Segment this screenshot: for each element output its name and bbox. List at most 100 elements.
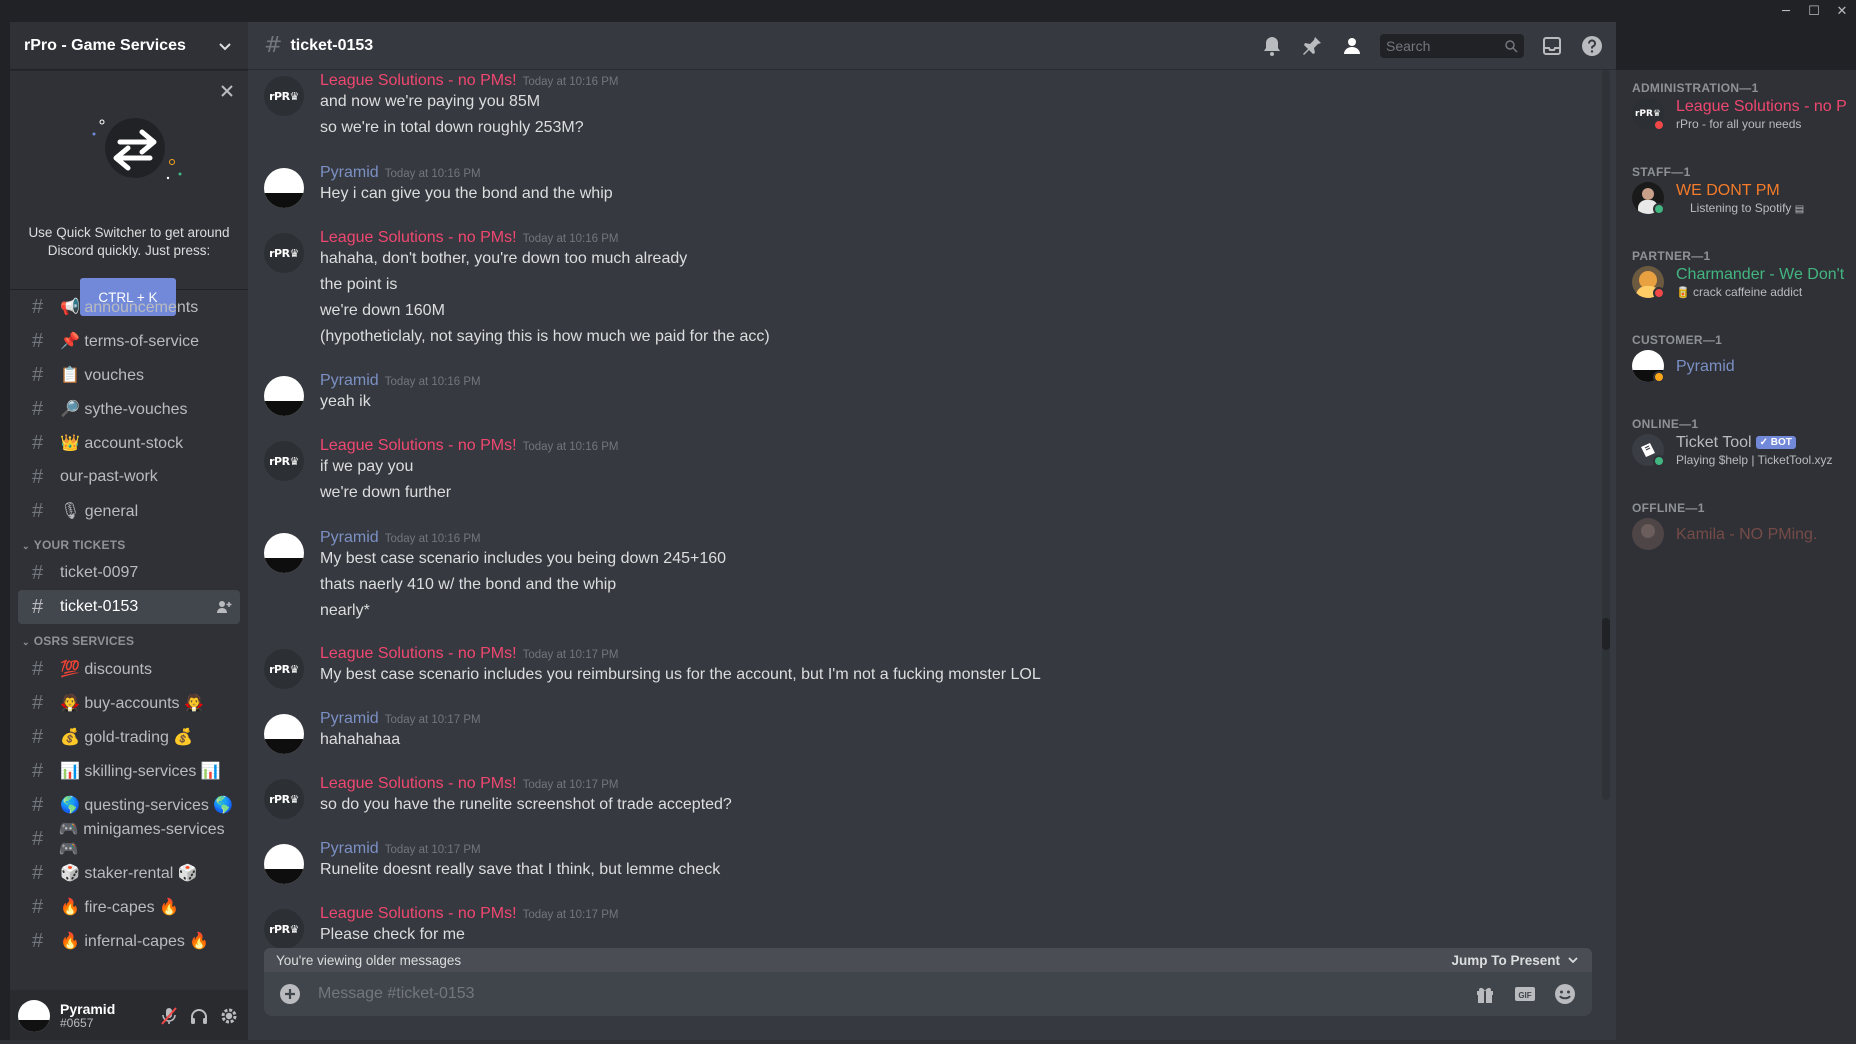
bell-icon[interactable] (1260, 34, 1284, 58)
author-name[interactable]: Pyramid (320, 840, 379, 857)
guild-header[interactable]: rPro - Game Services (10, 22, 248, 70)
avatar[interactable]: rPR♛ (264, 76, 304, 116)
channel-item[interactable]: # 🧛 buy-accounts 🧛 (18, 686, 240, 720)
taskbar-strip (0, 1040, 1856, 1044)
close-window-button[interactable]: ✕ (1828, 0, 1856, 22)
gear-icon[interactable] (218, 1005, 240, 1027)
message-text: Hey i can give you the bond and the whip (320, 185, 613, 202)
member-item[interactable]: Pyramid (1632, 346, 1842, 390)
channel-item[interactable]: # 📢 announcements (18, 290, 240, 324)
channel-item[interactable]: # our-past-work (18, 460, 240, 494)
author-name[interactable]: League Solutions - no PMs! (320, 905, 517, 922)
member-item[interactable]: WE DONT PM Listening to Spotify ▤ (1632, 178, 1842, 222)
channel-item[interactable]: # 🔎 sythe-vouches (18, 392, 240, 426)
channel-item[interactable]: # 🎮 minigames-services 🎮 (18, 821, 240, 858)
timestamp: Today at 10:17 PM (384, 714, 481, 726)
message-input[interactable]: Message #ticket-0153 (318, 985, 1458, 1003)
category-osrs-services[interactable]: ⌄ OSRS SERVICES (10, 624, 248, 652)
add-member-icon[interactable] (216, 599, 232, 615)
member-item[interactable]: Kamila - NO PMing. (1632, 514, 1842, 558)
member-group-header: PARTNER—1 (1632, 249, 1711, 263)
author-name[interactable]: League Solutions - no PMs! (320, 72, 517, 89)
author-name[interactable]: Pyramid (320, 372, 379, 389)
channel-item[interactable]: # 💯 discounts (18, 652, 240, 686)
member-item[interactable]: Charmander - We Don't PM 🥫 crack caffein… (1632, 262, 1846, 306)
avatar[interactable] (264, 533, 304, 573)
add-attachment-icon[interactable] (278, 982, 302, 1006)
channel-item[interactable]: # 🔥 infernal-capes 🔥 (18, 924, 240, 958)
avatar[interactable]: rPR♛ (264, 909, 304, 949)
avatar[interactable]: rPR♛ (264, 779, 304, 819)
author-name[interactable]: League Solutions - no PMs! (320, 437, 517, 454)
avatar[interactable]: rPR♛ (264, 649, 304, 689)
switch-arrows-icon (92, 118, 182, 180)
member-list-icon[interactable] (1340, 34, 1364, 58)
timestamp: Today at 10:17 PM (522, 779, 619, 791)
gift-icon[interactable] (1472, 981, 1498, 1007)
channel-item-ticket-active[interactable]: # ticket-0153 (18, 590, 240, 624)
author-name[interactable]: League Solutions - no PMs! (320, 645, 517, 662)
minimize-button[interactable]: ─ (1772, 0, 1800, 22)
jump-to-present-button[interactable]: Jump To Present (1451, 953, 1580, 968)
message-text: and now we're paying you 85M (320, 93, 541, 110)
headphones-icon[interactable] (188, 1005, 210, 1027)
timestamp: Today at 10:16 PM (522, 76, 619, 88)
channel-item[interactable]: # 📋 vouches (18, 358, 240, 392)
avatar[interactable] (264, 168, 304, 208)
hash-icon: # (264, 33, 283, 58)
idle-status-icon (1653, 371, 1665, 383)
username: Pyramid (60, 1001, 116, 1017)
hash-icon: # (32, 329, 44, 352)
caret-down-icon: ⌄ (22, 541, 30, 551)
search-input[interactable]: Search (1380, 34, 1524, 58)
channel-item[interactable]: # 🎙 general (18, 494, 240, 528)
author-name[interactable]: Pyramid (320, 164, 379, 181)
user-panel: Pyramid #0657 (10, 990, 248, 1042)
message-text: Please check for me (320, 926, 465, 943)
avatar[interactable]: rPR♛ (264, 441, 304, 481)
gif-icon[interactable]: GIF (1512, 981, 1538, 1007)
member-name: Ticket Tool ✓ BOT (1676, 434, 1846, 452)
category-your-tickets[interactable]: ⌄ YOUR TICKETS (10, 528, 248, 556)
timestamp: Today at 10:16 PM (384, 168, 481, 180)
message-header: Pyramid Today at 10:16 PM (320, 164, 481, 182)
timestamp: Today at 10:17 PM (522, 909, 619, 921)
dnd-status-icon (1653, 119, 1665, 131)
message-text: Runelite doesnt really save that I think… (320, 861, 721, 878)
avatar[interactable] (264, 376, 304, 416)
channel-item[interactable]: # 👑 account-stock (18, 426, 240, 460)
author-name[interactable]: League Solutions - no PMs! (320, 229, 517, 246)
member-status-text: Listening to Spotify ▤ (1690, 201, 1805, 215)
close-icon[interactable] (218, 82, 236, 100)
user-tag: #0657 (60, 1016, 94, 1030)
avatar[interactable]: rPR♛ (264, 233, 304, 273)
member-item[interactable]: Ticket Tool ✓ BOT Playing $help | TicketT… (1632, 430, 1842, 474)
channel-item-ticket[interactable]: # ticket-0097 (18, 556, 240, 590)
search-placeholder: Search (1386, 38, 1431, 54)
avatar[interactable] (18, 1000, 50, 1032)
channel-item[interactable]: # 🌎 questing-services 🌎 (18, 788, 240, 822)
author-name[interactable]: Pyramid (320, 710, 379, 727)
maximize-button[interactable]: ☐ (1800, 0, 1828, 22)
channel-item[interactable]: # 📊 skilling-services 📊 (18, 754, 240, 788)
timestamp: Today at 10:16 PM (384, 376, 481, 388)
channel-item[interactable]: # 🎲 staker-rental 🎲 (18, 856, 240, 890)
avatar[interactable] (264, 714, 304, 754)
author-name[interactable]: League Solutions - no PMs! (320, 775, 517, 792)
member-item[interactable]: rPR♛ League Solutions - no PMs! rPro - f… (1632, 94, 1846, 138)
scrollbar-track[interactable] (1602, 70, 1610, 800)
help-icon[interactable] (1580, 34, 1604, 58)
member-list: ADMINISTRATION—1 rPR♛ League Solutions -… (1616, 70, 1856, 1044)
channel-item[interactable]: # 🔥 fire-capes 🔥 (18, 890, 240, 924)
inbox-icon[interactable] (1540, 34, 1564, 58)
channel-item[interactable]: # 📌 terms-of-service (18, 324, 240, 358)
scrollbar-thumb[interactable] (1602, 618, 1610, 650)
user-info[interactable]: Pyramid #0657 (60, 1002, 150, 1030)
author-name[interactable]: Pyramid (320, 529, 379, 546)
online-status-icon (1653, 455, 1665, 467)
pin-icon[interactable] (1300, 34, 1324, 58)
microphone-muted-icon[interactable] (158, 1005, 180, 1027)
emoji-icon[interactable] (1552, 981, 1578, 1007)
avatar[interactable] (264, 844, 304, 884)
channel-item[interactable]: # 💰 gold-trading 💰 (18, 720, 240, 754)
